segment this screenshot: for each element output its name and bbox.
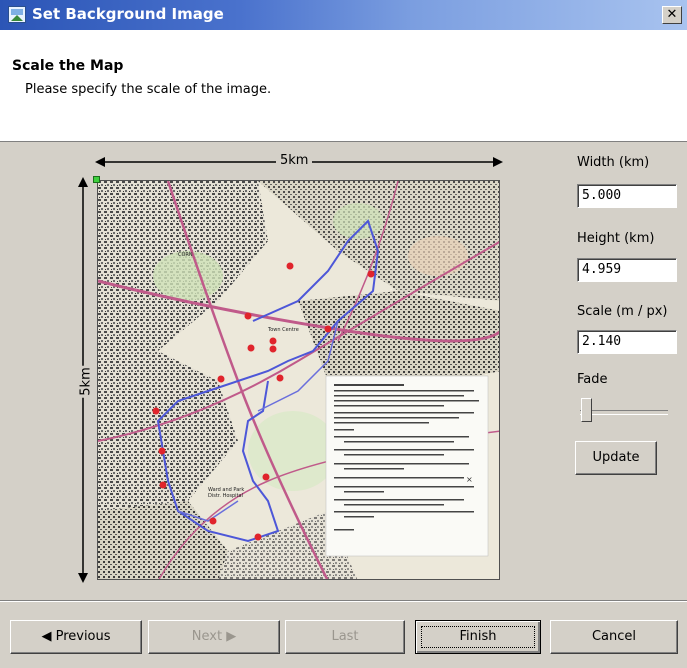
- resize-handle[interactable]: [93, 176, 100, 183]
- width-dimension-label: 5km: [276, 153, 313, 168]
- title-bar[interactable]: Set Background Image ✕: [0, 0, 687, 30]
- height-dimension-label: 5km: [76, 365, 96, 398]
- fade-label: Fade: [577, 372, 608, 387]
- page-title: Scale the Map: [12, 58, 124, 74]
- image-icon: [8, 6, 26, 23]
- set-background-image-dialog: Set Background Image ✕ Scale the Map Ple…: [0, 0, 687, 668]
- wizard-header: Scale the Map Please specify the scale o…: [0, 30, 687, 142]
- svg-text:Town Centre: Town Centre: [267, 327, 299, 333]
- height-label: Height (km): [577, 231, 655, 246]
- svg-text:×: ×: [466, 475, 473, 484]
- close-icon: ✕: [666, 7, 678, 22]
- svg-text:CORN: CORN: [178, 252, 193, 258]
- scale-input[interactable]: 2.140: [577, 330, 677, 354]
- last-button[interactable]: Last: [285, 620, 405, 654]
- update-button[interactable]: Update: [575, 441, 657, 475]
- next-button[interactable]: Next ▶: [148, 620, 280, 654]
- previous-button[interactable]: ◀ Previous: [10, 620, 142, 654]
- scale-label: Scale (m / px): [577, 304, 668, 319]
- map-graphic: Town Centre Ward and Park Distr. Hospita…: [98, 181, 499, 579]
- close-button[interactable]: ✕: [662, 6, 682, 24]
- finish-button[interactable]: Finish: [415, 620, 541, 654]
- footer-separator: [0, 600, 687, 602]
- page-subtitle: Please specify the scale of the image.: [25, 82, 272, 97]
- fade-slider-thumb[interactable]: [581, 398, 592, 422]
- background-map-image[interactable]: Town Centre Ward and Park Distr. Hospita…: [97, 180, 500, 580]
- height-input[interactable]: 4.959: [577, 258, 677, 282]
- width-label: Width (km): [577, 155, 650, 170]
- fade-slider-track[interactable]: [580, 410, 668, 415]
- cancel-button[interactable]: Cancel: [550, 620, 678, 654]
- width-input[interactable]: 5.000: [577, 184, 677, 208]
- window-title: Set Background Image: [32, 5, 224, 23]
- svg-text:Distr. Hospital: Distr. Hospital: [208, 493, 243, 499]
